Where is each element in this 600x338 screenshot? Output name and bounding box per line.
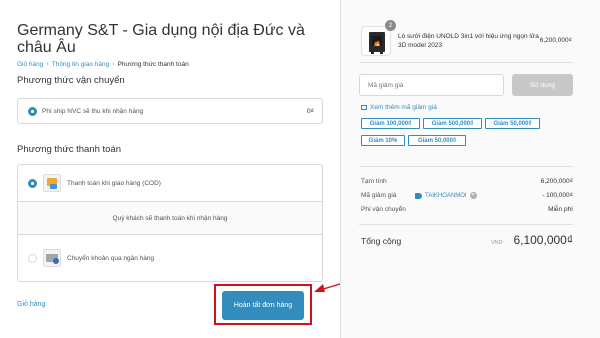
shipping-option[interactable]: Phí ship NVC sẽ thu khi nhận hàng 0₫	[17, 98, 323, 124]
subtotal-label: Tạm tính	[361, 178, 387, 185]
breadcrumb-cart-link[interactable]: Giỏ hàng	[17, 61, 43, 68]
divider	[359, 224, 573, 225]
checkout-main: Germany S&T - Gia dụng nội địa Đức và ch…	[0, 0, 340, 338]
payment-option-cod[interactable]: Thanh toán khi giao hàng (COD)	[18, 165, 322, 201]
cash-on-delivery-icon	[43, 174, 61, 192]
coupon-list-icon	[361, 104, 367, 110]
divider	[359, 166, 573, 167]
shipping-option-label: Phí ship NVC sẽ thu khi nhận hàng	[42, 108, 144, 115]
divider	[359, 62, 573, 63]
coupon-input[interactable]	[359, 74, 504, 96]
coupon-chip[interactable]: Giảm 50,000₫	[485, 118, 540, 129]
product-price: 6,200,000₫	[539, 37, 572, 44]
shipping-method-title: Phương thức vận chuyển	[17, 75, 125, 86]
coupon-chip[interactable]: Giảm 50,000₫	[408, 135, 466, 146]
back-to-cart-link[interactable]: Giỏ hàng	[17, 301, 45, 308]
coupon-chip[interactable]: Giảm 500,000₫	[423, 118, 482, 129]
shipping-option-price: 0₫	[307, 108, 314, 115]
bank-transfer-icon	[43, 249, 61, 267]
total-label: Tổng cộng	[361, 236, 402, 246]
cod-note: Quý khách sẽ thanh toán khi nhận hàng	[112, 215, 228, 222]
discount-code: TAIKHOANMOI	[425, 193, 467, 200]
store-title: Germany S&T - Gia dụng nội địa Đức và ch…	[17, 22, 305, 56]
fireplace-icon	[369, 32, 385, 54]
coupon-chip[interactable]: Giảm 10%	[361, 135, 405, 146]
apply-coupon-button[interactable]: Sử dụng	[512, 74, 573, 96]
tag-icon	[415, 192, 422, 199]
more-coupons-link[interactable]: Xem thêm mã giảm giá	[361, 104, 437, 111]
chevron-right-icon: ›	[112, 61, 115, 68]
cod-note-panel: Quý khách sẽ thanh toán khi nhận hàng	[18, 201, 322, 235]
bank-transfer-label: Chuyển khoản qua ngân hàng	[67, 255, 155, 262]
discount-value: - 100,000₫	[542, 192, 573, 199]
coupon-chip[interactable]: Giảm 100,000₫	[361, 118, 420, 129]
order-summary: 2 Lò sưởi điện UNOLD 3in1 với hiệu ứng n…	[340, 0, 600, 338]
remove-discount-icon[interactable]: ✕	[469, 192, 477, 199]
total-value: 6,100,000₫	[513, 233, 573, 247]
payment-method-title: Phương thức thanh toán	[17, 144, 121, 155]
breadcrumb-shipping-info-link[interactable]: Thông tin giao hàng	[52, 61, 109, 68]
cod-label: Thanh toán khi giao hàng (COD)	[67, 180, 161, 187]
complete-order-button[interactable]: Hoàn tất đơn hàng	[222, 291, 304, 320]
shipping-fee-label: Phí vận chuyển	[361, 206, 406, 213]
breadcrumb-current-step: Phương thức thanh toán	[117, 61, 189, 68]
product-thumbnail	[361, 26, 391, 56]
breadcrumb: Giỏ hàng › Thông tin giao hàng › Phương thức…	[17, 61, 189, 68]
applied-discount-tag: TAIKHOANMOI ✕	[415, 192, 477, 199]
cod-radio[interactable]	[28, 179, 37, 188]
bank-transfer-radio[interactable]	[28, 254, 37, 263]
shipping-radio[interactable]	[28, 107, 37, 116]
more-coupons-label: Xem thêm mã giảm giá	[370, 104, 437, 111]
shipping-fee-value: Miễn phí	[548, 206, 573, 213]
discount-label: Mã giảm giá	[361, 192, 397, 199]
subtotal-value: 6,200,000₫	[540, 178, 573, 185]
payment-option-bank-transfer[interactable]: Chuyển khoản qua ngân hàng	[18, 235, 322, 281]
quantity-badge: 2	[385, 20, 396, 31]
chevron-right-icon: ›	[46, 61, 49, 68]
product-name: Lò sưởi điện UNOLD 3in1 với hiệu ứng ngọ…	[398, 33, 539, 49]
payment-options: Thanh toán khi giao hàng (COD) Quý khách…	[17, 164, 323, 282]
